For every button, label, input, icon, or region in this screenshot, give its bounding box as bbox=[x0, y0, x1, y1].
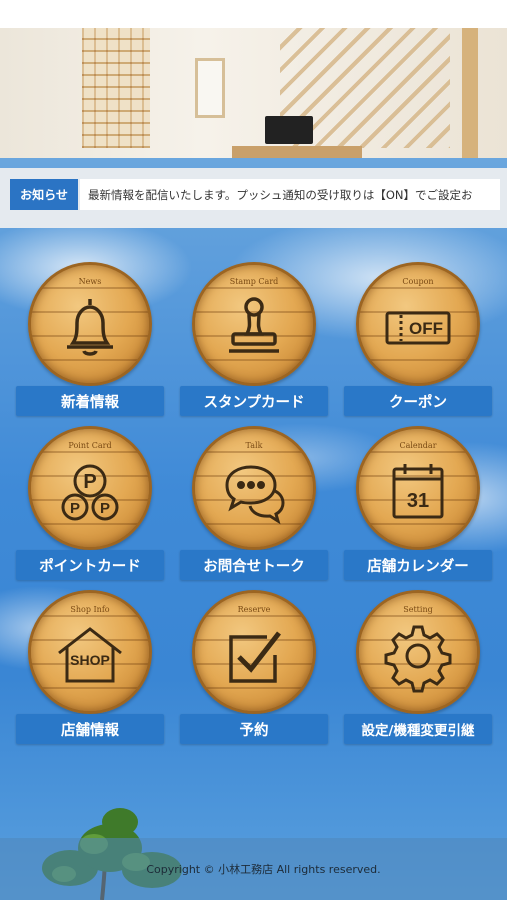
svg-text:SHOP: SHOP bbox=[70, 652, 110, 668]
wood-badge: News bbox=[28, 262, 152, 386]
badge-caption: Coupon bbox=[402, 277, 434, 286]
svg-text:P: P bbox=[100, 500, 110, 517]
badge-caption: Point Card bbox=[68, 441, 112, 450]
menu-tile-news[interactable]: News 新着情報 bbox=[16, 262, 164, 416]
wood-badge: Coupon OFF bbox=[356, 262, 480, 386]
menu-tile-setting[interactable]: Setting 設定/機種変更引継 bbox=[344, 590, 492, 744]
shop-house-icon: SHOP bbox=[58, 627, 122, 683]
menu-tile-calendar[interactable]: Calendar 31 店舗カレンダー bbox=[344, 426, 492, 580]
badge-caption: Stamp Card bbox=[229, 277, 279, 286]
wood-badge: Setting bbox=[356, 590, 480, 714]
badge-caption: News bbox=[78, 277, 102, 286]
menu-tile-stamp-card[interactable]: Stamp Card スタンプカード bbox=[180, 262, 328, 416]
tile-label: 店舗カレンダー bbox=[344, 550, 492, 580]
menu-tile-coupon[interactable]: Coupon OFF クーポン bbox=[344, 262, 492, 416]
wood-badge: Stamp Card bbox=[192, 262, 316, 386]
svg-text:P: P bbox=[83, 471, 96, 493]
badge-caption: Calendar bbox=[399, 441, 437, 450]
copyright-text: Copyright © 小林工務店 All rights reserved. bbox=[146, 863, 381, 876]
menu-tile-shop-info[interactable]: Shop Info SHOP 店舗情報 bbox=[16, 590, 164, 744]
menu-tile-talk[interactable]: Talk お問合せトーク bbox=[180, 426, 328, 580]
tile-label: スタンプカード bbox=[180, 386, 328, 416]
badge-caption: Reserve bbox=[237, 605, 271, 614]
badge-caption: Setting bbox=[403, 605, 433, 614]
stamp-icon bbox=[229, 297, 279, 353]
checkbox-icon bbox=[229, 631, 281, 683]
wood-badge: Calendar 31 bbox=[356, 426, 480, 550]
svg-text:P: P bbox=[70, 500, 80, 517]
wood-badge: Reserve bbox=[192, 590, 316, 714]
tile-label: 店舗情報 bbox=[16, 714, 164, 744]
wood-badge: Talk bbox=[192, 426, 316, 550]
bell-icon bbox=[67, 299, 113, 356]
gear-icon bbox=[384, 625, 452, 693]
tile-label: お問合せトーク bbox=[180, 550, 328, 580]
badge-caption: Shop Info bbox=[70, 605, 110, 614]
tile-label: クーポン bbox=[344, 386, 492, 416]
status-bar bbox=[0, 0, 507, 28]
coupon-off-text: OFF bbox=[409, 319, 443, 338]
calendar-icon: 31 bbox=[392, 464, 444, 519]
footer: Copyright © 小林工務店 All rights reserved. bbox=[0, 838, 507, 900]
tile-label: ポイントカード bbox=[16, 550, 164, 580]
points-icon: P P P bbox=[61, 464, 119, 521]
menu-tile-reserve[interactable]: Reserve 予約 bbox=[180, 590, 328, 744]
notice-bar[interactable]: お知らせ 最新情報を配信いたします。プッシュ通知の受け取りは【ON】でご設定お bbox=[0, 168, 507, 228]
notice-text: 最新情報を配信いたします。プッシュ通知の受け取りは【ON】でご設定お bbox=[88, 187, 473, 202]
chat-bubbles-icon bbox=[225, 465, 285, 525]
tile-label: 設定/機種変更引継 bbox=[344, 714, 492, 744]
tile-label: 新着情報 bbox=[16, 386, 164, 416]
notice-ticker[interactable]: 最新情報を配信いたします。プッシュ通知の受け取りは【ON】でご設定お bbox=[80, 179, 500, 210]
hero-image bbox=[0, 28, 507, 158]
wood-badge: Point Card P P P bbox=[28, 426, 152, 550]
wood-badge: Shop Info SHOP bbox=[28, 590, 152, 714]
coupon-icon: OFF bbox=[385, 311, 451, 345]
badge-caption: Talk bbox=[245, 441, 263, 450]
notice-label: お知らせ bbox=[10, 179, 78, 210]
menu-tile-point-card[interactable]: Point Card P P P ポイントカード bbox=[16, 426, 164, 580]
svg-text:31: 31 bbox=[407, 490, 429, 512]
tile-label: 予約 bbox=[180, 714, 328, 744]
